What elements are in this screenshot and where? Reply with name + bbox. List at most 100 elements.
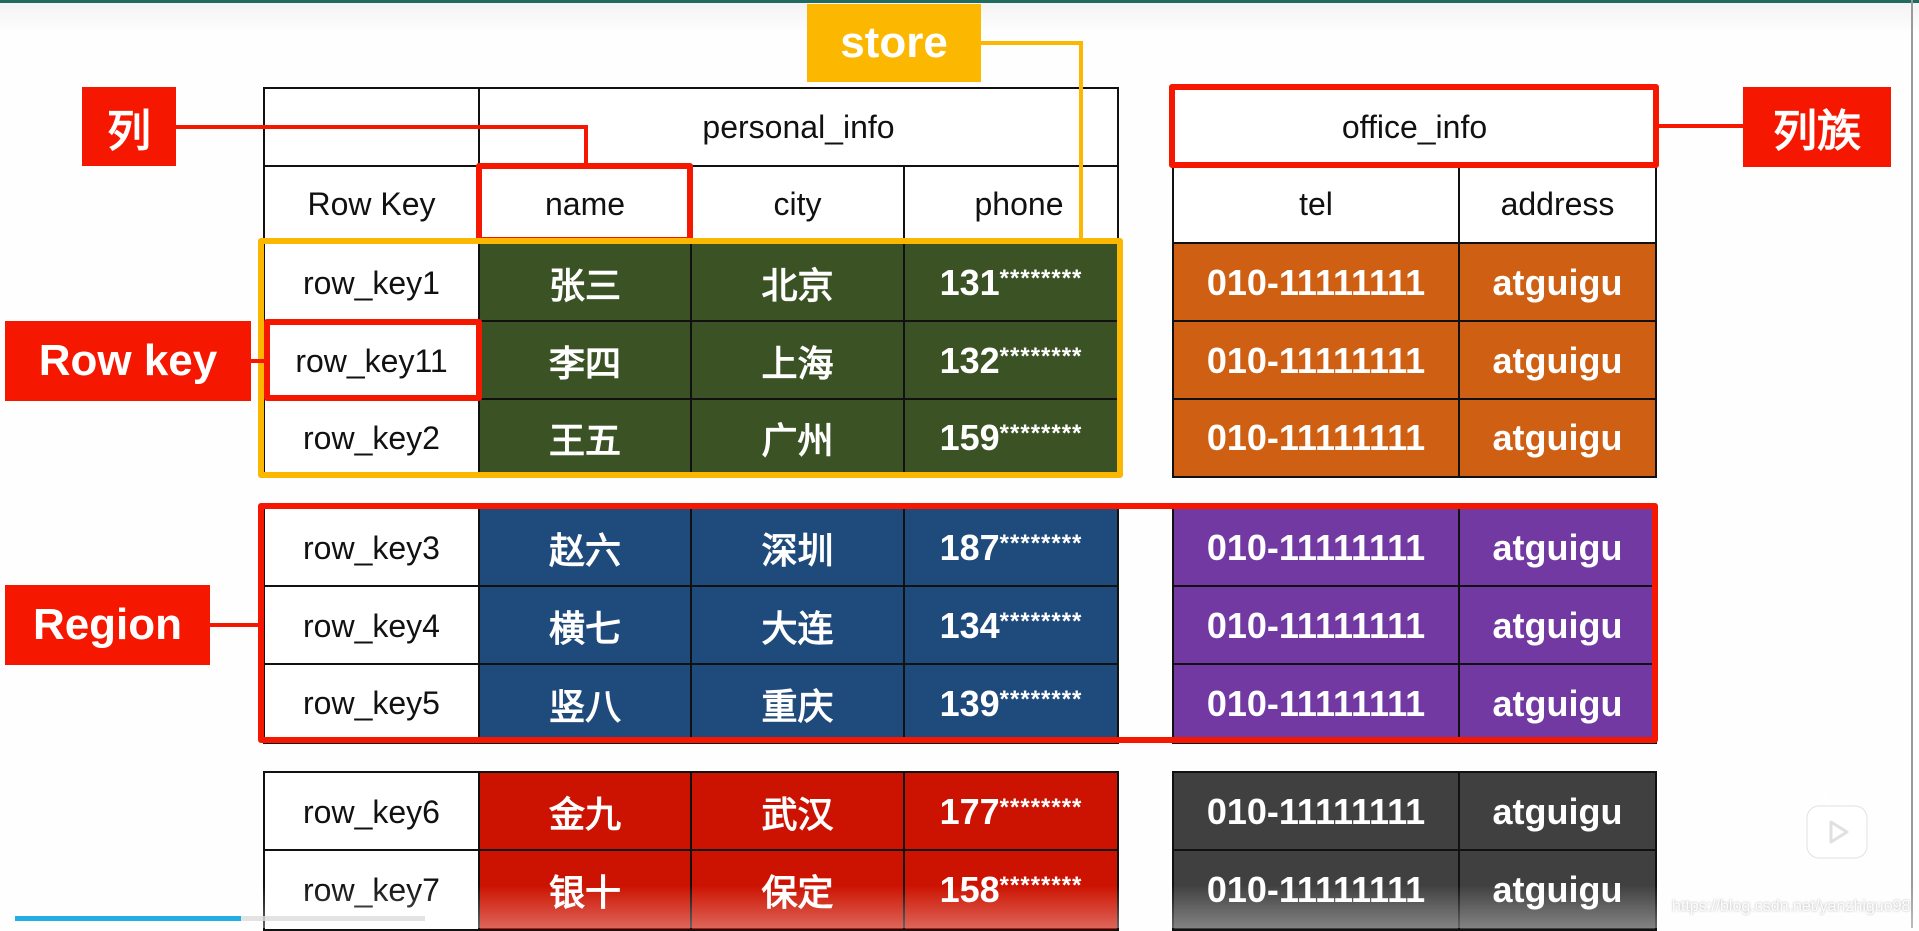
name-cell: 赵六 <box>478 507 692 589</box>
phone-prefix: 131 <box>939 262 1000 303</box>
tel-cell-text: 010-11111111 <box>1206 340 1426 381</box>
phone-mask: ******** <box>999 530 1083 557</box>
address-cell: atguigu <box>1458 398 1657 478</box>
tel-cell: 010-11111111 <box>1172 320 1460 402</box>
address-cell-text: atguigu <box>1492 417 1623 458</box>
name-cell: 金九 <box>478 771 692 853</box>
tel-cell: 010-11111111 <box>1172 507 1460 589</box>
phone-mask: ******** <box>999 420 1083 447</box>
phone-cell: 177 ******** <box>903 771 1119 853</box>
tel-cell-text: 010-11111111 <box>1206 682 1426 724</box>
header-row-key-text: Row Key <box>307 186 436 222</box>
row-key-cell-text: row_key3 <box>303 529 440 566</box>
address-cell-text: atguigu <box>1492 262 1623 303</box>
bilibili-tv-icon[interactable] <box>1803 793 1871 861</box>
tel-cell: 010-11111111 <box>1172 663 1460 744</box>
tel-cell-text: 010-11111111 <box>1206 869 1426 910</box>
row-key-cell: row_key3 <box>263 507 480 589</box>
phone-prefix: 159 <box>939 417 1000 458</box>
family-office-info: office_info <box>1172 87 1657 167</box>
label-row-key: Row key <box>5 321 251 401</box>
address-cell: atguigu <box>1458 320 1657 402</box>
address-cell-text: atguigu <box>1492 340 1623 381</box>
connector-region <box>210 623 260 627</box>
video-progress-bar[interactable] <box>15 916 425 921</box>
address-cell: atguigu <box>1458 585 1657 667</box>
header-phone-text: phone <box>974 186 1064 222</box>
phone-cell: 158 ******** <box>903 849 1119 931</box>
connector-column-family <box>1657 124 1743 128</box>
phone-mask: ******** <box>999 265 1083 292</box>
phone-mask: ******** <box>999 794 1083 821</box>
name-cell: 王五 <box>478 398 692 478</box>
header-empty-cell <box>263 87 480 167</box>
header-address: address <box>1458 165 1657 244</box>
name-cell: 张三 <box>478 242 692 324</box>
city-cell-text: 保定 <box>761 872 834 913</box>
header-tel: tel <box>1172 165 1460 244</box>
tel-cell-text: 010-11111111 <box>1206 791 1426 832</box>
phone-cell: 187 ******** <box>903 507 1119 589</box>
label-store-text: store <box>840 18 948 67</box>
header-tel-text: tel <box>1299 186 1333 222</box>
address-cell-text: atguigu <box>1492 869 1623 910</box>
label-column-family-text: 列族 <box>1773 107 1861 156</box>
right-edge-line <box>1911 0 1913 928</box>
name-cell-text: 银十 <box>548 872 621 913</box>
row-key-cell-text: row_key6 <box>303 793 440 830</box>
row-key-cell-text: row_key2 <box>303 419 440 456</box>
address-cell: atguigu <box>1458 507 1657 589</box>
city-cell-text: 广州 <box>761 420 834 461</box>
label-region-text: Region <box>32 600 183 649</box>
address-cell-text: atguigu <box>1492 791 1623 832</box>
phone-cell: 134 ******** <box>903 585 1119 667</box>
city-cell-text: 深圳 <box>761 530 834 571</box>
tel-cell-text: 010-11111111 <box>1206 417 1426 458</box>
phone-cell: 132 ******** <box>903 320 1119 402</box>
name-cell: 银十 <box>478 849 692 931</box>
address-cell: atguigu <box>1458 849 1657 931</box>
row-key-cell-text: row_key7 <box>303 871 440 908</box>
family-office-info-text: office_info <box>1341 108 1488 145</box>
tel-cell: 010-11111111 <box>1172 771 1460 853</box>
tel-cell-text: 010-11111111 <box>1206 605 1426 646</box>
header-phone: phone <box>903 165 1119 244</box>
city-cell: 重庆 <box>690 663 905 744</box>
label-region: Region <box>5 585 210 665</box>
name-cell-text: 张三 <box>548 265 621 306</box>
city-cell: 武汉 <box>690 771 905 853</box>
label-column-text: 列 <box>107 106 151 156</box>
label-column: 列 <box>82 87 176 166</box>
label-store: store <box>807 4 981 82</box>
header-row-key: Row Key <box>263 165 480 244</box>
name-cell: 李四 <box>478 320 692 402</box>
row-key-cell: row_key4 <box>263 585 480 667</box>
city-cell-text: 大连 <box>761 608 834 649</box>
name-cell-text: 金九 <box>548 794 621 835</box>
address-cell: atguigu <box>1458 771 1657 853</box>
city-cell: 深圳 <box>690 507 905 589</box>
phone-mask: ******** <box>999 608 1083 635</box>
phone-cell: 139 ******** <box>903 663 1119 744</box>
row-key-cell-text: row_key4 <box>303 607 440 644</box>
row-key-cell-text: row_key1 <box>303 264 440 301</box>
city-cell: 广州 <box>690 398 905 478</box>
name-cell: 竖八 <box>478 663 692 744</box>
phone-cell: 159 ******** <box>903 398 1119 478</box>
row-key-cell: row_key1 <box>263 242 480 324</box>
city-cell-text: 武汉 <box>761 794 834 835</box>
city-cell: 上海 <box>690 320 905 402</box>
row-key-cell: row_key2 <box>263 398 480 478</box>
header-name: name <box>478 165 692 244</box>
header-address-text: address <box>1500 186 1615 222</box>
phone-prefix: 158 <box>939 869 1000 910</box>
family-personal-info: personal_info <box>478 87 1119 167</box>
phone-prefix: 132 <box>939 340 1000 381</box>
header-name-text: name <box>544 186 626 222</box>
address-cell: atguigu <box>1458 242 1657 324</box>
phone-mask: ******** <box>999 685 1083 713</box>
row-key-cell: row_key6 <box>263 771 480 853</box>
city-cell: 保定 <box>690 849 905 931</box>
phone-prefix: 139 <box>939 682 1000 724</box>
name-cell-text: 赵六 <box>548 530 621 571</box>
